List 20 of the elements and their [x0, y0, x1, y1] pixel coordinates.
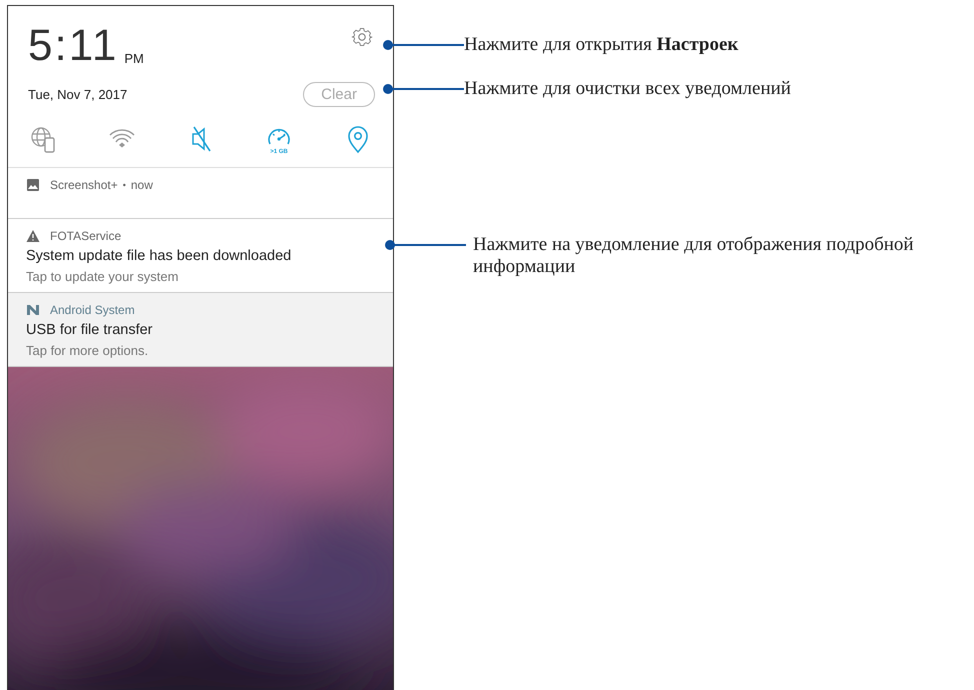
date-label: Tue, Nov 7, 2017 [28, 87, 128, 102]
app-name: Screenshot+ [50, 178, 118, 192]
notification-title: System update file has been downloaded [26, 248, 292, 264]
settings-icon[interactable] [351, 26, 373, 48]
warning-icon [26, 229, 40, 243]
callout-text: Нажмите для очистки всех уведомлений [464, 78, 791, 100]
notification-title: USB for file transfer [26, 322, 154, 338]
clock-ampm: PM [124, 51, 144, 66]
clock-time: 5:11 [28, 24, 118, 68]
notification-time: now [130, 178, 153, 192]
callout-text: Нажмите для открытия Настроек [464, 34, 738, 56]
separator-dot: • [122, 180, 126, 190]
notification-text: Tap to update your system [26, 269, 180, 284]
image-icon [26, 178, 40, 192]
callout-text: Нажмите на уведомление для отображения подробной информации [473, 234, 915, 278]
app-name: FOTAService [50, 229, 122, 243]
n-logo-icon [26, 303, 40, 317]
notification-card[interactable]: Android System USB for file transfer Tap for more options. [8, 293, 393, 367]
app-name: Android System [50, 303, 135, 317]
notification-text: Tap for more options. [26, 343, 150, 358]
